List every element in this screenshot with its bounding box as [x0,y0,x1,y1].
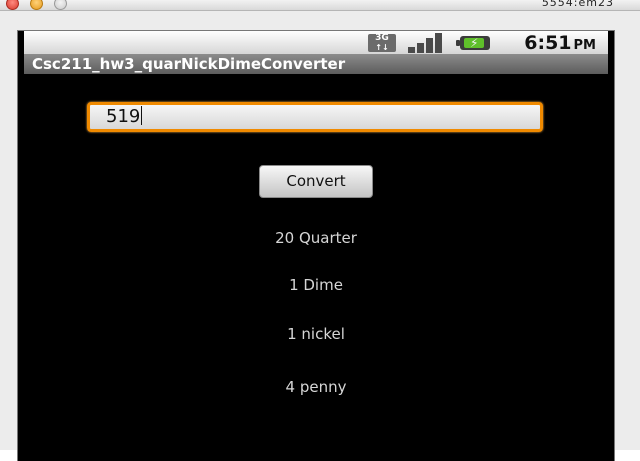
amount-input[interactable]: 519 [87,102,543,132]
penny-result: 4 penny [285,378,347,396]
device-screen: 3G ↑↓ ⚡ 6:51 PM Csc211_hw3_quarNickDimeCo… [18,31,614,461]
close-window-icon[interactable] [6,0,19,10]
convert-button[interactable]: Convert [259,165,373,198]
quarter-result: 20 Quarter [275,229,357,247]
clock-time: 6:51 [524,32,572,54]
network-type-label: 3G [375,33,389,43]
window-title: 5554:em23 [541,0,614,9]
signal-bar [435,33,442,53]
signal-bar [417,43,424,53]
battery-charging-icon: ⚡ [456,36,490,50]
amount-input-value: 519 [106,106,141,127]
signal-strength-icon [408,33,444,53]
nickel-result: 1 nickel [287,325,345,343]
network-3g-icon: 3G ↑↓ [368,34,396,52]
app-title-bar: Csc211_hw3_quarNickDimeConverter [24,54,608,74]
window-titlebar: 5554:em23 [0,0,640,11]
network-activity-label: ↑↓ [375,43,389,52]
dime-result: 1 Dime [289,276,343,294]
clock-ampm: PM [573,38,596,53]
minimize-window-icon[interactable] [30,0,43,10]
emulator-window: 3G ↑↓ ⚡ 6:51 PM Csc211_hw3_quarNickDimeCo… [0,11,640,461]
zoom-window-icon[interactable] [54,0,67,10]
status-bar: 3G ↑↓ ⚡ 6:51 PM [24,31,608,55]
app-title: Csc211_hw3_quarNickDimeConverter [32,55,346,73]
signal-bar [426,38,433,53]
status-clock: 6:51 PM [524,31,596,55]
charging-bolt-icon: ⚡ [470,36,479,50]
signal-bar [408,47,415,53]
text-cursor [141,106,143,125]
